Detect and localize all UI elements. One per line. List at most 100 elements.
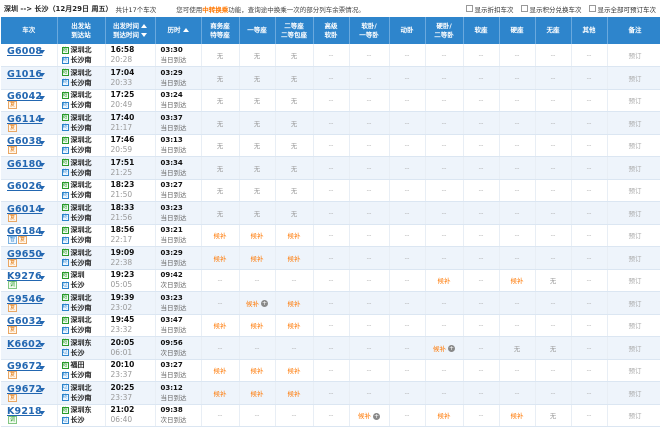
book-button[interactable]: 预订 — [629, 322, 642, 330]
transfer-link[interactable]: 中转换乘 — [202, 6, 228, 14]
remark-cell: 预订 — [607, 291, 660, 315]
seat-status[interactable]: 候补 — [288, 367, 301, 375]
seat-status[interactable]: 候补 — [288, 390, 301, 398]
seat-status[interactable]: 候补 — [511, 412, 524, 420]
book-button[interactable]: 预订 — [629, 75, 642, 83]
train-tag: 复 — [8, 146, 18, 155]
expand-stops-icon[interactable] — [39, 73, 45, 77]
seat-status[interactable]: 候补 — [288, 300, 301, 308]
expand-stops-icon[interactable] — [39, 185, 45, 190]
book-button[interactable]: 预订 — [629, 165, 642, 173]
book-button[interactable]: 预订 — [629, 120, 642, 128]
add-icon[interactable]: + — [261, 300, 268, 308]
seat-status[interactable]: 候补 — [288, 255, 301, 263]
seat-cell: -- — [275, 336, 314, 360]
train-number-link[interactable]: G6026 — [7, 181, 42, 192]
book-button[interactable]: 预订 — [629, 412, 642, 420]
expand-stops-icon[interactable] — [39, 140, 45, 145]
book-button[interactable]: 预订 — [629, 300, 642, 308]
book-button[interactable]: 预订 — [629, 390, 642, 398]
seat-status: -- — [441, 73, 447, 82]
seat-cell: 无 — [201, 179, 240, 202]
seat-status[interactable]: 候补 — [251, 367, 264, 375]
add-icon[interactable]: + — [373, 412, 380, 420]
book-button[interactable]: 预订 — [629, 255, 642, 263]
book-button[interactable]: 预订 — [629, 187, 642, 195]
train-cell: G6114 复 — [1, 111, 58, 135]
book-button[interactable]: 预订 — [629, 345, 642, 353]
book-button[interactable]: 预订 — [629, 277, 642, 285]
train-tag: 复 — [8, 393, 18, 402]
checkbox[interactable] — [520, 5, 528, 12]
duration-cell: 03:23 当日到达 — [155, 291, 202, 315]
expand-stops-icon[interactable] — [39, 365, 45, 370]
seat-status[interactable]: 候补 — [214, 390, 227, 398]
col-time-sort[interactable]: 出发时间 到达时间 — [105, 17, 156, 44]
expand-stops-icon[interactable] — [39, 50, 45, 54]
seat-status[interactable]: 候补 — [251, 322, 264, 330]
expand-stops-icon[interactable] — [39, 298, 45, 302]
expand-stops-icon[interactable] — [39, 253, 45, 257]
expand-stops-icon[interactable] — [39, 388, 45, 392]
expand-stops-icon[interactable] — [39, 95, 45, 100]
origin-marker-icon: 始 — [61, 361, 69, 369]
seat-status[interactable]: 候补 — [214, 367, 227, 375]
train-number-link[interactable]: G6180 — [7, 159, 42, 170]
arrival-time: 21:50 — [110, 190, 133, 200]
table-row: G6180 始深圳北终长沙南 17:51 21:25 03:34 当日到达无无无 -- -- -… — [1, 156, 660, 180]
book-button[interactable]: 预订 — [629, 52, 642, 60]
show-discount-option[interactable]: 显示折扣车次 — [465, 4, 514, 14]
seat-status[interactable]: 候补 — [214, 232, 227, 240]
seat-status[interactable]: 候补 — [511, 277, 524, 285]
to-station: 长沙 — [70, 416, 85, 425]
expand-stops-icon[interactable] — [39, 343, 45, 347]
train-number-link[interactable]: K6602 — [7, 339, 42, 350]
seat-cell: -- — [389, 359, 426, 382]
expand-stops-icon[interactable] — [39, 275, 45, 280]
seat-status: -- — [441, 388, 447, 397]
seat-status[interactable]: 候补 — [288, 322, 301, 330]
book-button[interactable]: 预订 — [629, 367, 642, 375]
departure-time: 18:23 — [110, 180, 135, 190]
seat-cell: -- — [389, 404, 426, 427]
book-button[interactable]: 预订 — [629, 232, 642, 240]
seat-status[interactable]: 候补 — [246, 300, 259, 308]
arrival-time: 06:40 — [110, 415, 133, 425]
seat-cell: -- — [463, 336, 500, 360]
seat-status[interactable]: 候补 — [438, 277, 451, 285]
train-cell: G6042 复 — [1, 89, 58, 112]
train-number-link[interactable]: G6008 — [7, 46, 42, 57]
checkbox[interactable] — [465, 5, 473, 12]
add-icon[interactable]: + — [448, 345, 455, 353]
seat-status[interactable]: 候补 — [438, 412, 451, 420]
seat-cell: -- — [425, 111, 464, 135]
expand-stops-icon[interactable] — [39, 163, 45, 167]
expand-stops-icon[interactable] — [39, 118, 45, 122]
show-all-bookable-option[interactable]: 显示全部可预订车次 — [588, 4, 656, 14]
expand-stops-icon[interactable] — [39, 320, 45, 325]
seat-status[interactable]: 候补 — [251, 232, 264, 240]
col-seat-adv-soft-sleeper: 高级 软卧 — [313, 17, 350, 44]
expand-stops-icon[interactable] — [39, 230, 45, 235]
seat-status[interactable]: 候补 — [251, 255, 264, 263]
seat-status[interactable]: 候补 — [433, 345, 446, 353]
expand-stops-icon[interactable] — [39, 410, 45, 415]
seat-cell: -- — [349, 291, 390, 315]
col-duration-sort[interactable]: 历时 — [155, 17, 202, 44]
col-station[interactable]: 出发站 到达站 — [57, 17, 106, 44]
seat-status[interactable]: 候补 — [214, 255, 227, 263]
seat-status[interactable]: 候补 — [358, 412, 371, 420]
book-button[interactable]: 预订 — [629, 210, 642, 218]
checkbox[interactable] — [588, 5, 596, 12]
seat-status[interactable]: 候补 — [251, 390, 264, 398]
show-points-option[interactable]: 显示积分兑换车次 — [520, 4, 582, 14]
book-button[interactable]: 预订 — [629, 142, 642, 150]
train-number-link[interactable]: G1016 — [7, 69, 42, 80]
remark-cell: 预订 — [607, 44, 660, 67]
seat-status[interactable]: 候补 — [214, 322, 227, 330]
book-button[interactable]: 预订 — [629, 97, 642, 105]
seat-status[interactable]: 候补 — [288, 232, 301, 240]
expand-stops-icon[interactable] — [39, 208, 45, 212]
table-header: 车次 出发站 到达站 出发时间 到达时间 历时 商务座 特等座 一等座 二等座 二等包座… — [1, 17, 660, 44]
seat-cell: -- — [313, 336, 350, 360]
